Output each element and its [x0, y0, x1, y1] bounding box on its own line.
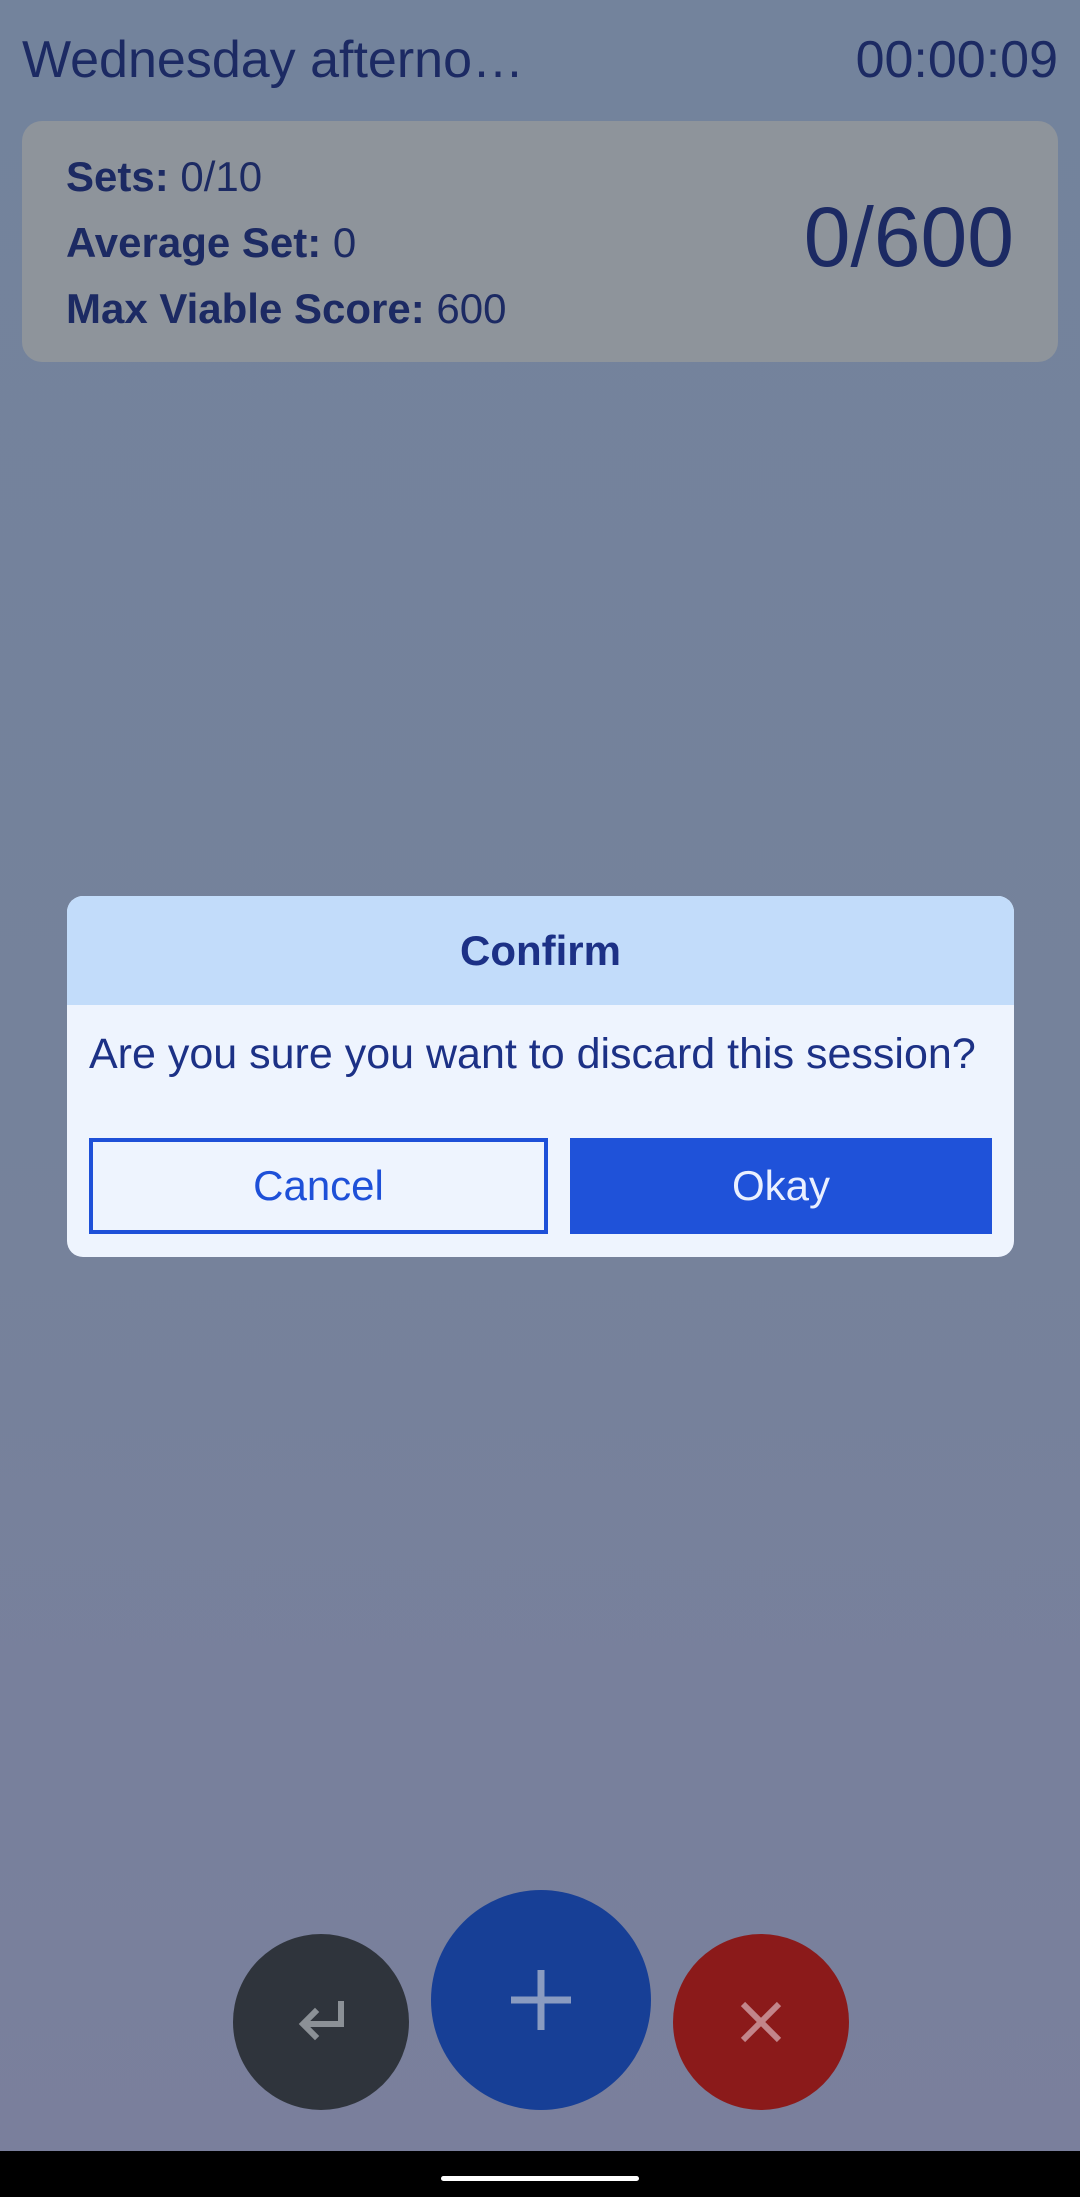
- max-viable-score-stat: Max Viable Score: 600: [66, 285, 506, 333]
- system-nav-bar: [0, 2151, 1080, 2197]
- sets-value: 0/10: [180, 153, 263, 200]
- stats-card: Sets: 0/10 Average Set: 0 Max Viable Sco…: [22, 121, 1058, 362]
- session-timer: 00:00:09: [855, 31, 1058, 89]
- add-set-button[interactable]: [431, 1890, 651, 2110]
- session-title[interactable]: Wednesday afterno…: [22, 30, 524, 90]
- top-bar: Wednesday afterno… 00:00:09: [22, 28, 1058, 92]
- sets-stat: Sets: 0/10: [66, 153, 262, 201]
- home-gesture-handle[interactable]: [441, 2176, 639, 2181]
- return-icon: [298, 2001, 344, 2041]
- average-set-stat: Average Set: 0: [66, 219, 356, 267]
- discard-button[interactable]: [673, 1934, 849, 2110]
- okay-button[interactable]: Okay: [570, 1138, 992, 1234]
- average-set-value: 0: [332, 219, 357, 266]
- plus-icon: [511, 1970, 571, 2030]
- dialog-title: Confirm: [67, 896, 1014, 1005]
- max-viable-score-label: Max Viable Score:: [66, 285, 425, 332]
- confirm-dialog: Confirm Are you sure you want to discard…: [67, 896, 1014, 1257]
- max-viable-score-value: 600: [436, 285, 507, 332]
- average-set-label: Average Set:: [66, 219, 322, 266]
- sets-label: Sets:: [66, 153, 169, 200]
- cancel-button[interactable]: Cancel: [89, 1138, 548, 1234]
- dialog-message: Are you sure you want to discard this se…: [89, 1030, 976, 1078]
- return-button[interactable]: [233, 1934, 409, 2110]
- total-score: 0/600: [803, 190, 1014, 284]
- close-icon: [740, 2001, 782, 2043]
